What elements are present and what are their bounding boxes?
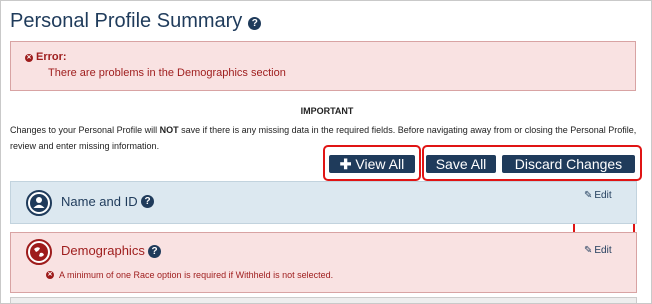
section-error-message: ✕ A minimum of one Race option is requir… [46,270,333,280]
section-icon-wrapper [26,190,52,216]
section-title: Demographics [61,243,145,258]
error-message: There are problems in the Demographics s… [48,67,286,79]
help-icon[interactable]: ? [141,195,154,208]
error-icon: ✕ [25,54,33,62]
section-demographics: Demographics ? ✎ Edit ✕ A minimum of one… [10,232,637,293]
globe-icon [30,243,48,261]
highlight-box-save-discard [422,145,642,181]
edit-link[interactable]: ✎ Edit [584,245,612,256]
edit-link[interactable]: ✎ Edit [584,190,612,201]
section-icon-wrapper [26,239,52,265]
user-icon [30,194,48,212]
error-alert: ✕ Error: There are problems in the Demog… [10,41,636,91]
title-row: Personal Profile Summary ? [10,10,262,33]
error-icon: ✕ [46,271,54,279]
section-title: Name and ID [61,194,138,209]
notice-text-start: Changes to your Personal Profile will [10,125,160,135]
section-error-text: A minimum of one Race option is required… [59,270,334,280]
help-icon[interactable]: ? [148,245,161,258]
section-name-and-id: Name and ID ? ✎ Edit [10,181,637,224]
important-heading: IMPORTANT [300,106,354,116]
highlight-box-view-all [323,145,421,181]
page-frame: Personal Profile Summary ? ✕ Error: Ther… [0,0,652,304]
pencil-icon: ✎ [584,190,593,201]
notice-text-bold: NOT [159,125,179,135]
edit-label: Edit [594,190,612,201]
edit-label: Edit [594,245,612,256]
page-title: Personal Profile Summary [10,10,243,32]
pencil-icon: ✎ [584,245,593,256]
next-section-partial [10,297,637,303]
error-label: Error: [36,51,67,63]
help-icon[interactable]: ? [248,16,262,30]
